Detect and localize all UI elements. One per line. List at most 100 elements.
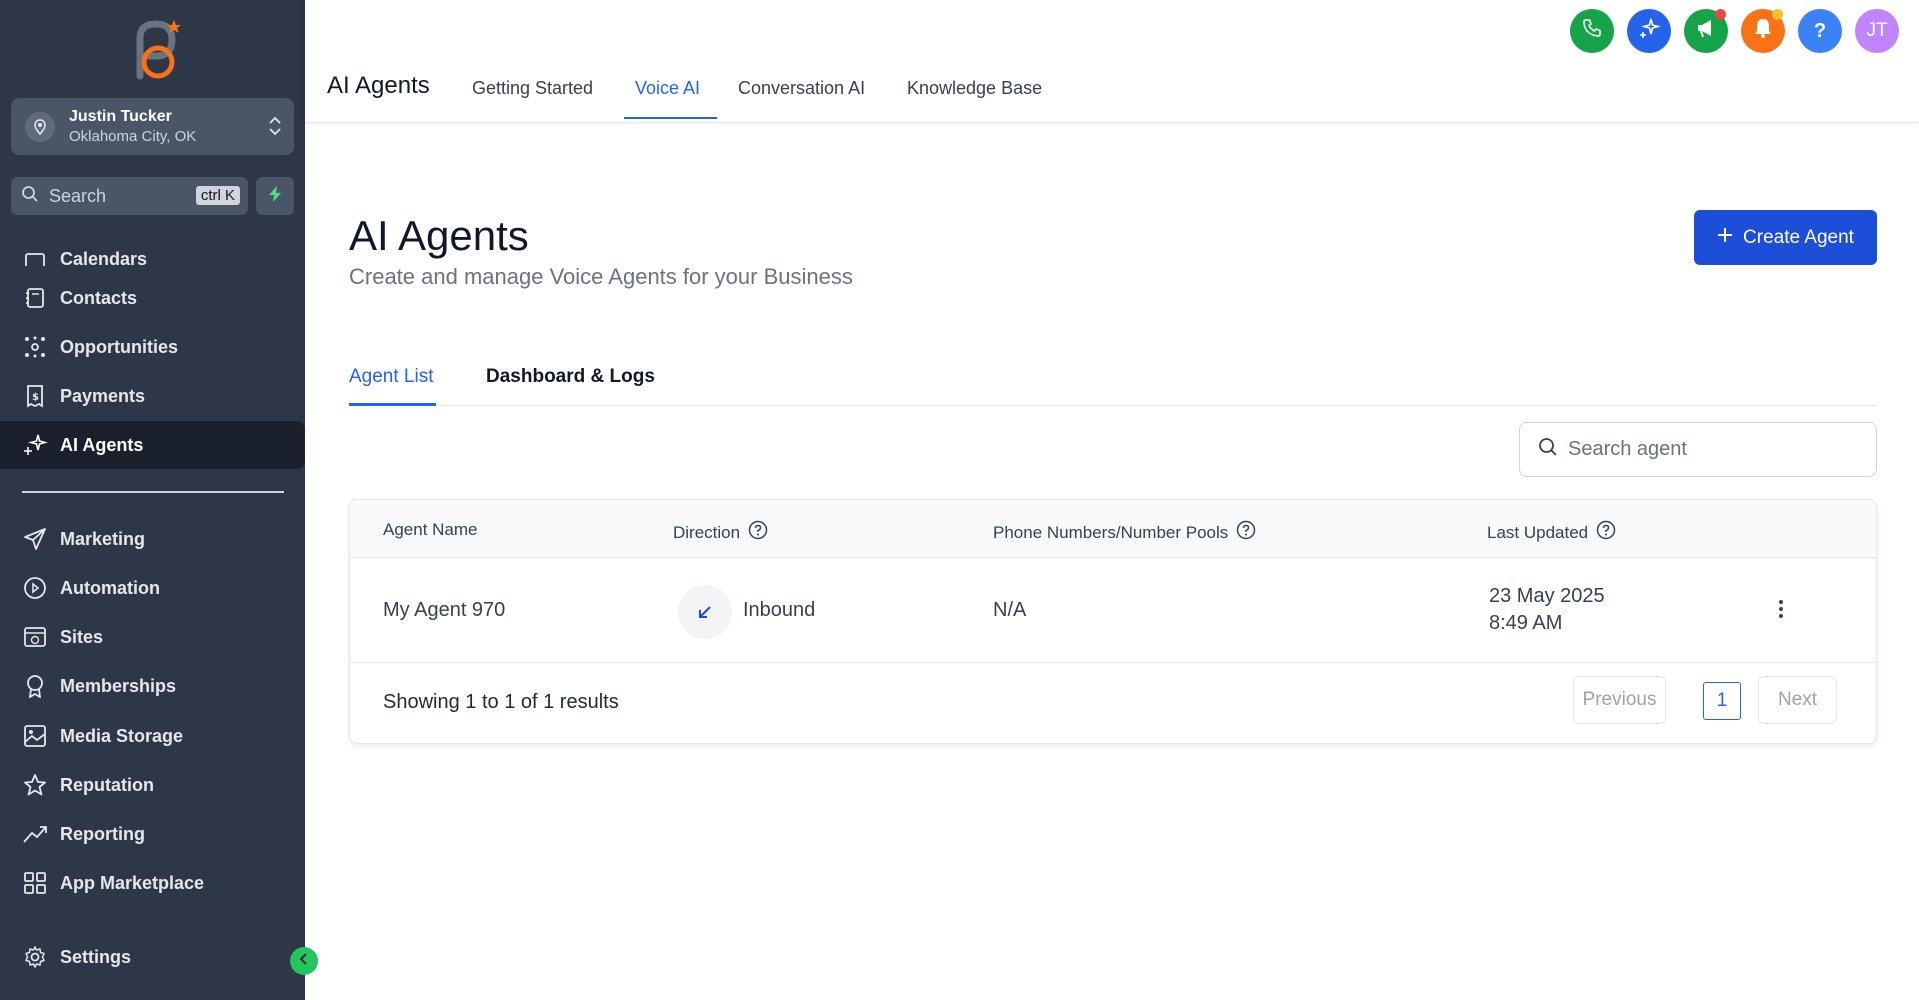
- sidebar-item-label: AI Agents: [60, 434, 144, 455]
- sidebar-search[interactable]: Search ctrl K: [11, 177, 248, 215]
- account-switcher[interactable]: Justin Tucker Oklahoma City, OK: [11, 98, 294, 155]
- grid-icon: [22, 870, 48, 896]
- announcements-button[interactable]: [1684, 9, 1728, 53]
- image-icon: [22, 723, 48, 749]
- sidebar-item-contacts[interactable]: Contacts: [0, 274, 305, 322]
- header-actions: ? JT: [1570, 9, 1899, 53]
- ai-assistant-button[interactable]: [1627, 9, 1671, 53]
- agent-name[interactable]: My Agent 970: [383, 599, 505, 622]
- help-circle-icon[interactable]: [748, 520, 768, 545]
- sidebar-item-label: Opportunities: [60, 336, 178, 357]
- sidebar-item-label: Calendars: [60, 249, 148, 266]
- chevron-left-icon: [298, 952, 310, 971]
- tab-voice-ai[interactable]: Voice AI: [635, 78, 700, 99]
- sidebar-item-label: Settings: [60, 946, 132, 967]
- megaphone-icon: [1695, 17, 1717, 45]
- top-bar: AI Agents Getting Started Voice AI Conve…: [305, 0, 1919, 123]
- sidebar-item-memberships[interactable]: Memberships: [0, 662, 305, 710]
- table-header: Agent Name Direction Phone Numbers/Numbe…: [350, 500, 1876, 558]
- sidebar-item-label: Reputation: [60, 774, 154, 795]
- tabs-divider: [349, 405, 1877, 406]
- tab-agent-list[interactable]: Agent List: [349, 366, 434, 388]
- calendar-icon: [22, 248, 48, 266]
- row-actions-menu-icon[interactable]: [1778, 598, 1784, 625]
- bolt-icon: [267, 185, 283, 208]
- sidebar-item-payments[interactable]: $ Payments: [0, 372, 305, 420]
- table-row[interactable]: My Agent 970 Inbound N/A 23 May 2025 8:4…: [350, 558, 1876, 663]
- plus-icon: [1717, 227, 1733, 249]
- previous-page-button[interactable]: Previous: [1573, 676, 1666, 724]
- tab-dashboard-logs[interactable]: Dashboard & Logs: [486, 366, 655, 388]
- results-count: Showing 1 to 1 of 1 results: [383, 691, 619, 713]
- tab-conversation-ai[interactable]: Conversation AI: [738, 78, 865, 99]
- sidebar-item-reputation[interactable]: Reputation: [0, 761, 305, 809]
- sidebar-item-settings[interactable]: Settings: [0, 933, 305, 981]
- sidebar-item-sites[interactable]: Sites: [0, 613, 305, 661]
- search-shortcut-badge: ctrl K: [195, 186, 240, 205]
- award-icon: [22, 673, 48, 699]
- trend-icon: [22, 821, 48, 847]
- send-icon: [22, 526, 48, 552]
- tab-getting-started[interactable]: Getting Started: [472, 78, 593, 99]
- avatar[interactable]: JT: [1855, 9, 1899, 53]
- sparkle-icon: [1637, 16, 1662, 46]
- sidebar-item-marketing[interactable]: Marketing: [0, 515, 305, 563]
- sidebar-item-label: Contacts: [60, 287, 138, 308]
- create-agent-button[interactable]: Create Agent: [1694, 210, 1877, 265]
- account-location: Oklahoma City, OK: [69, 127, 197, 145]
- sidebar-item-media-storage[interactable]: Media Storage: [0, 712, 305, 760]
- sparkle-icon: [22, 432, 48, 458]
- sidebar-item-label: Automation: [60, 577, 160, 598]
- sidebar-item-label: App Marketplace: [60, 872, 205, 893]
- chevron-updown-icon: [268, 114, 282, 143]
- brand-logo[interactable]: [118, 16, 188, 86]
- contacts-icon: [22, 285, 48, 311]
- sidebar-item-label: Payments: [60, 385, 146, 406]
- sidebar-item-reporting[interactable]: Reporting: [0, 810, 305, 858]
- unread-dot: [1772, 9, 1783, 20]
- active-subtab-indicator: [349, 403, 436, 406]
- notifications-button[interactable]: [1741, 9, 1785, 53]
- payments-icon: $: [22, 383, 48, 409]
- sidebar-item-opportunities[interactable]: Opportunities: [0, 323, 305, 371]
- star-icon: [22, 772, 48, 798]
- last-updated-time: 8:49 AM: [1489, 612, 1563, 634]
- phone-numbers-value: N/A: [993, 599, 1027, 621]
- sidebar-item-calendars[interactable]: Calendars: [0, 232, 305, 266]
- column-phone-numbers: Phone Numbers/Number Pools: [993, 520, 1256, 545]
- sidebar-item-label: Sites: [60, 626, 104, 647]
- sidebar-item-app-marketplace[interactable]: App Marketplace: [0, 859, 305, 907]
- sidebar-item-label: Marketing: [60, 528, 146, 549]
- location-pin-icon: [25, 111, 55, 142]
- column-agent-name: Agent Name: [383, 520, 478, 540]
- sidebar-item-ai-agents[interactable]: AI Agents: [0, 421, 305, 469]
- gear-icon: [22, 944, 48, 970]
- sidebar-item-label: Memberships: [60, 675, 177, 696]
- help-circle-icon[interactable]: [1236, 520, 1256, 545]
- column-header-label: Phone Numbers/Number Pools: [993, 522, 1229, 542]
- sidebar-divider: [22, 491, 284, 493]
- tab-knowledge-base[interactable]: Knowledge Base: [907, 78, 1042, 99]
- search-icon: [21, 185, 39, 208]
- page-number-button[interactable]: 1: [1703, 682, 1741, 720]
- help-icon: ?: [1813, 19, 1827, 42]
- column-header-label: Agent Name: [383, 520, 478, 539]
- collapse-sidebar-button[interactable]: [290, 947, 318, 975]
- unread-dot: [1715, 9, 1726, 20]
- sidebar-item-automation[interactable]: Automation: [0, 564, 305, 612]
- bell-icon: [1752, 17, 1774, 45]
- next-page-button[interactable]: Next: [1758, 676, 1837, 724]
- sidebar-item-label: Media Storage: [60, 725, 184, 746]
- column-header-label: Last Updated: [1487, 522, 1589, 542]
- sidebar-search-label: Search: [49, 185, 107, 206]
- direction-value: Inbound: [743, 599, 816, 621]
- agent-search-input[interactable]: [1568, 438, 1848, 461]
- agent-search[interactable]: [1519, 422, 1877, 477]
- inbound-arrow-icon: [678, 585, 732, 639]
- svg-text:$: $: [32, 392, 39, 403]
- phone-button[interactable]: [1570, 9, 1614, 53]
- help-circle-icon[interactable]: [1596, 520, 1616, 545]
- phone-icon: [1582, 18, 1602, 44]
- help-button[interactable]: ?: [1798, 9, 1842, 53]
- quick-actions-button[interactable]: [256, 177, 294, 215]
